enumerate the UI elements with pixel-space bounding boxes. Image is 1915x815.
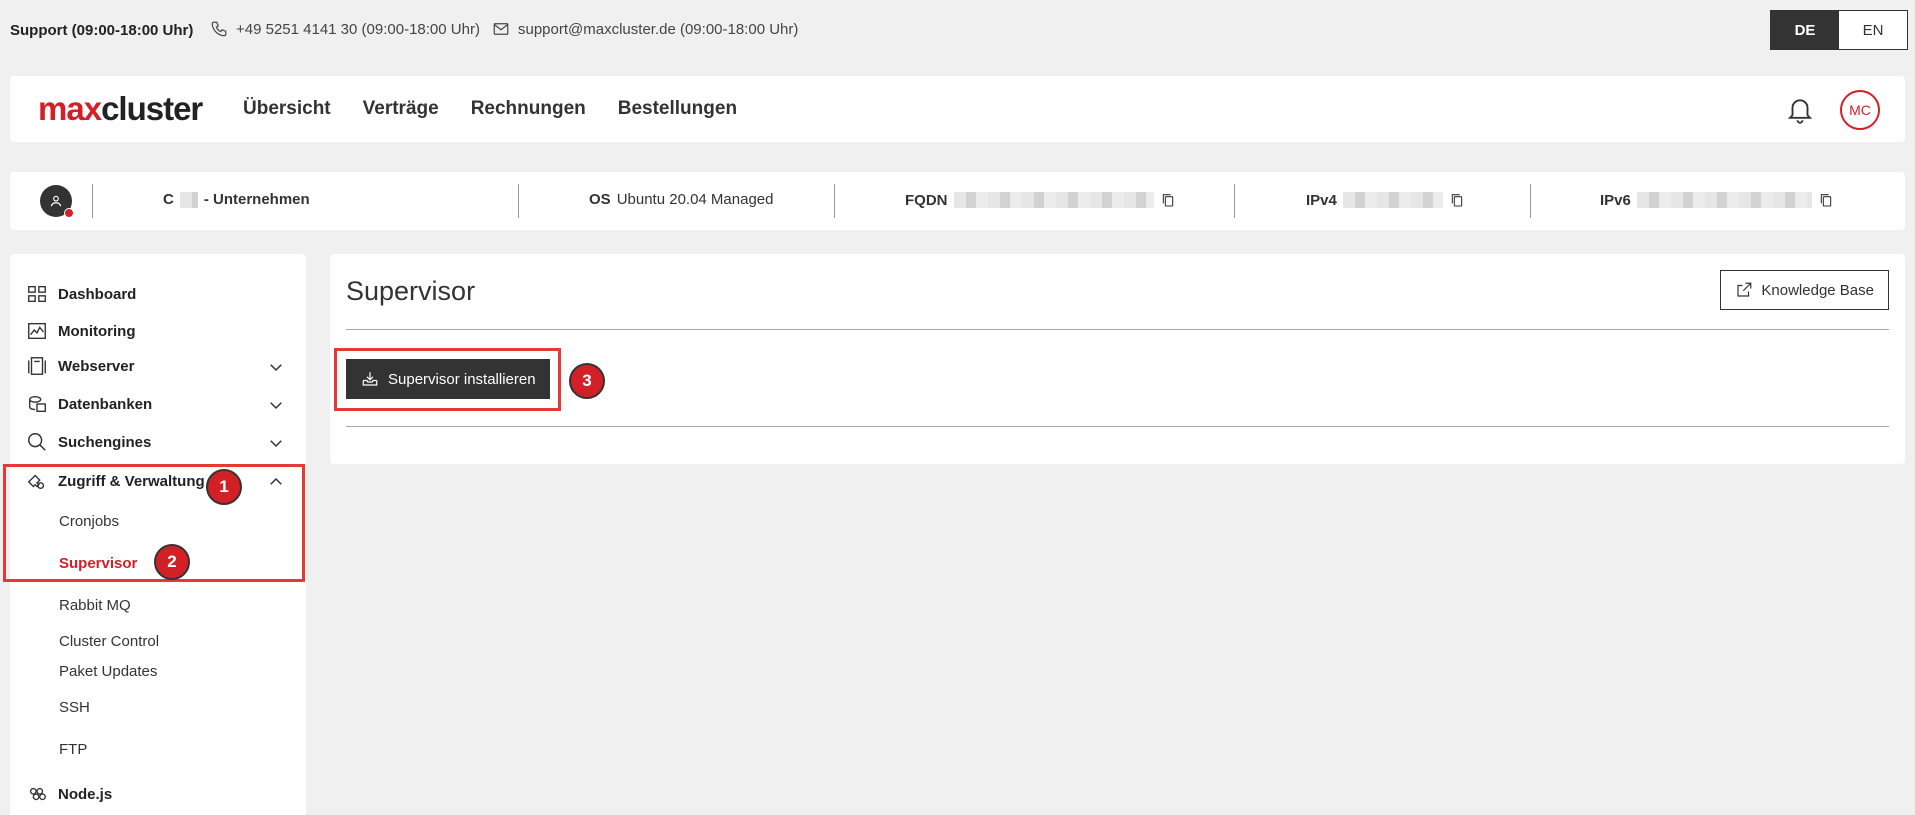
subitem-paket-updates[interactable]: Paket Updates <box>59 663 157 680</box>
logo-max: max <box>38 90 102 127</box>
main-nav: Übersicht Verträge Rechnungen Bestellung… <box>243 98 737 120</box>
top-bar: Support (09:00-18:00 Uhr) +49 5251 4141 … <box>0 0 1915 60</box>
annotation-badge-2: 2 <box>154 544 190 580</box>
sidebar-item-label: Datenbanken <box>58 395 153 413</box>
divider <box>92 184 93 218</box>
sidebar-item-nodejs[interactable]: Node.js <box>26 783 112 805</box>
sidebar-item-label: Suchengines <box>58 433 152 451</box>
subitem-cluster-control[interactable]: Cluster Control <box>59 633 159 650</box>
email-text: support@maxcluster.de (09:00-18:00 Uhr) <box>518 20 799 38</box>
phone-contact[interactable]: +49 5251 4141 30 (09:00-18:00 Uhr) <box>210 20 480 38</box>
company-suffix: - Unternehmen <box>203 191 310 208</box>
os-label: OS <box>589 191 611 208</box>
divider <box>518 184 519 218</box>
avatar[interactable]: MC <box>1840 90 1880 130</box>
company-info: C - Unternehmen <box>163 191 310 208</box>
email-contact[interactable]: support@maxcluster.de (09:00-18:00 Uhr) <box>492 20 798 38</box>
database-icon <box>28 395 46 413</box>
sidebar-item-suchengines[interactable]: Suchengines <box>26 431 151 453</box>
dashboard-icon <box>28 285 46 303</box>
server-info-bar: C - Unternehmen OS Ubuntu 20.04 Managed F… <box>10 172 1905 230</box>
external-link-icon <box>1737 282 1752 297</box>
divider <box>346 329 1889 330</box>
status-dot <box>64 208 74 218</box>
sidebar-item-label: Dashboard <box>58 285 137 303</box>
os-info: OS Ubuntu 20.04 Managed <box>589 191 773 208</box>
subitem-ssh[interactable]: SSH <box>59 699 90 716</box>
sidebar-item-datenbanken[interactable]: Datenbanken <box>26 393 152 415</box>
subitem-rabbit-mq[interactable]: Rabbit MQ <box>59 597 131 614</box>
highlight-box-3 <box>334 348 561 411</box>
page-title: Supervisor <box>346 276 476 306</box>
monitoring-icon <box>28 322 46 340</box>
redacted-fqdn <box>953 192 1154 208</box>
sidebar-item-label: Monitoring <box>58 322 136 340</box>
bell-icon[interactable] <box>1785 93 1815 125</box>
annotation-badge-3: 3 <box>569 363 605 399</box>
language-switcher: DE EN <box>1770 10 1908 50</box>
chevron-down-icon[interactable] <box>267 358 285 376</box>
company-prefix: C <box>163 191 174 208</box>
redacted-ipv6 <box>1636 192 1812 208</box>
sidebar-item-webserver[interactable]: Webserver <box>26 355 134 377</box>
redacted-company <box>179 191 198 208</box>
logo[interactable]: maxcluster <box>38 90 203 128</box>
copy-icon[interactable] <box>1160 191 1176 209</box>
divider <box>1530 184 1531 218</box>
search-icon <box>28 433 46 451</box>
copy-icon[interactable] <box>1818 191 1834 209</box>
support-label: Support (09:00-18:00 Uhr) <box>10 22 194 39</box>
logo-cluster: cluster <box>101 90 203 127</box>
phone-text: +49 5251 4141 30 (09:00-18:00 Uhr) <box>236 20 480 38</box>
lang-de-button[interactable]: DE <box>1771 11 1839 49</box>
main-header: maxcluster Übersicht Verträge Rechnungen… <box>10 76 1905 142</box>
knowledge-base-label: Knowledge Base <box>1761 281 1874 299</box>
sidebar-item-label: Webserver <box>58 357 135 375</box>
main-panel: Supervisor Knowledge Base Supervisor ins… <box>330 254 1905 464</box>
chevron-down-icon[interactable] <box>267 396 285 414</box>
phone-icon <box>211 21 227 37</box>
webserver-icon <box>28 357 46 375</box>
divider <box>834 184 835 218</box>
divider <box>1234 184 1235 218</box>
copy-icon[interactable] <box>1449 191 1465 209</box>
nav-vertraege[interactable]: Verträge <box>363 98 439 120</box>
knowledge-base-button[interactable]: Knowledge Base <box>1720 270 1889 310</box>
sidebar-item-label: Node.js <box>58 785 113 803</box>
divider <box>346 426 1889 427</box>
nav-rechnungen[interactable]: Rechnungen <box>471 98 586 120</box>
ipv4-label: IPv4 <box>1306 191 1337 209</box>
subitem-ftp[interactable]: FTP <box>59 741 87 758</box>
nodejs-icon <box>29 787 46 801</box>
nav-uebersicht[interactable]: Übersicht <box>243 98 331 120</box>
ipv6-label: IPv6 <box>1600 191 1631 209</box>
sidebar-item-dashboard[interactable]: Dashboard <box>26 283 136 305</box>
os-value: Ubuntu 20.04 Managed <box>616 191 774 208</box>
fqdn-info: FQDN <box>905 191 1176 209</box>
nav-bestellungen[interactable]: Bestellungen <box>618 98 737 120</box>
ipv6-info: IPv6 <box>1600 191 1834 209</box>
sidebar-item-monitoring[interactable]: Monitoring <box>26 320 135 342</box>
lang-en-button[interactable]: EN <box>1839 11 1907 49</box>
annotation-badge-1: 1 <box>206 469 242 505</box>
ipv4-info: IPv4 <box>1306 191 1465 209</box>
redacted-ipv4 <box>1342 192 1443 208</box>
fqdn-label: FQDN <box>905 191 948 209</box>
chevron-down-icon[interactable] <box>267 434 285 452</box>
mail-icon <box>493 23 509 35</box>
